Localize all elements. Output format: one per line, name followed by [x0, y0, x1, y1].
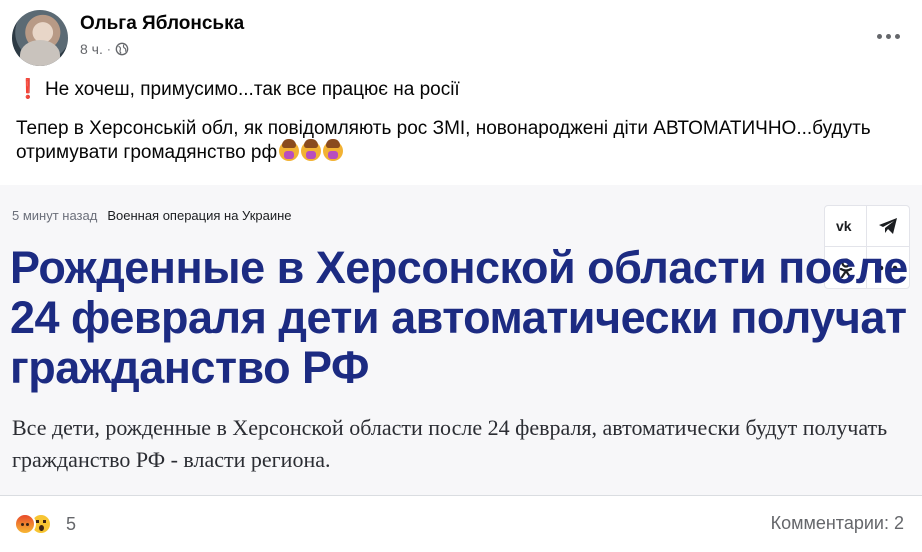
post-header: Ольга Яблонська 8 ч. ·	[12, 10, 910, 66]
vk-share-button[interactable]: vk	[825, 206, 867, 247]
post-text: ❗ Не хочеш, примусимо...так все працює н…	[16, 78, 906, 180]
post-time[interactable]: 8 ч.	[80, 41, 103, 57]
author-name[interactable]: Ольга Яблонська	[80, 13, 244, 35]
telegram-share-button[interactable]	[867, 206, 909, 247]
post-text-line-1-content: Не хочеш, примусимо...так все працює на …	[44, 79, 460, 100]
post-text-line-2-content: Тепер в Херсонській обл, як повідомляють…	[16, 118, 871, 163]
angry-icon	[14, 513, 36, 535]
meta-separator: ·	[106, 42, 111, 56]
card-lead: Все дети, рожденные в Херсонской области…	[12, 415, 888, 472]
post-text-line-1: ❗ Не хочеш, примусимо...так все працює н…	[16, 78, 906, 102]
telegram-icon	[879, 218, 897, 234]
divider	[0, 495, 922, 496]
exclamation-icon: ❗	[16, 79, 40, 100]
more-horizontal-icon	[876, 33, 882, 39]
card-category[interactable]: Военная операция на Украине	[107, 208, 291, 223]
card-time: 5 минут назад	[12, 208, 98, 223]
card-headline[interactable]: Рожденные в Херсонской области после 24 …	[10, 243, 910, 393]
comments-count-link[interactable]: Комментарии: 2	[771, 513, 904, 534]
facepalm-emoji	[279, 139, 300, 161]
more-options-button[interactable]	[870, 22, 906, 50]
globe-icon[interactable]	[115, 42, 129, 56]
vk-icon: vk	[836, 219, 852, 233]
facepalm-emoji	[323, 139, 344, 161]
card-meta: 5 минут назад Военная операция на Украин…	[12, 208, 292, 223]
svg-text:vk: vk	[836, 219, 852, 233]
post-meta: 8 ч. ·	[80, 41, 129, 57]
avatar[interactable]	[12, 10, 68, 66]
reactions-summary[interactable]: 5	[14, 512, 76, 536]
reaction-count: 5	[66, 513, 77, 534]
facepalm-emoji	[301, 139, 322, 161]
post-text-line-2: Тепер в Херсонській обл, як повідомляють…	[16, 117, 906, 165]
